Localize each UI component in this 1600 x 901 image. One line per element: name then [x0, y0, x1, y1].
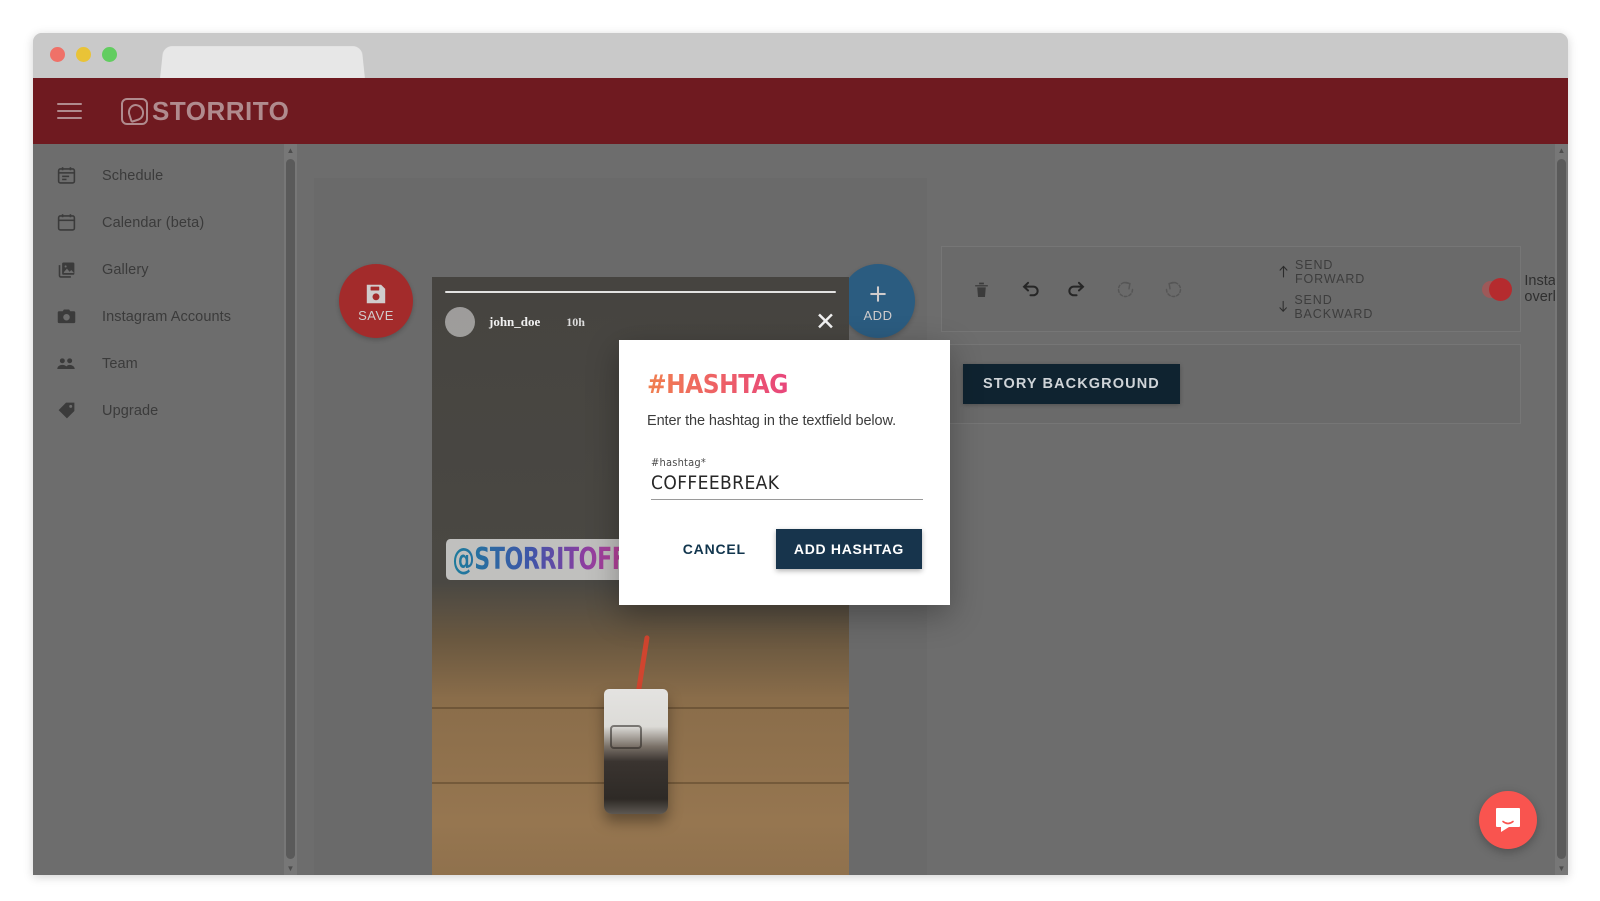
- maximize-window-button[interactable]: [102, 47, 117, 62]
- hashtag-input[interactable]: [651, 472, 923, 494]
- app-viewport: STORRITO Schedule Calendar (beta) Galler…: [33, 78, 1568, 875]
- brand-logo[interactable]: STORRITO: [121, 96, 289, 127]
- browser-titlebar: [33, 33, 1568, 79]
- browser-window: STORRITO Schedule Calendar (beta) Galler…: [33, 33, 1568, 875]
- brand-name: STORRITO: [152, 95, 290, 126]
- page-root: STORRITO Schedule Calendar (beta) Galler…: [0, 0, 1600, 901]
- intercom-launcher-button[interactable]: [1479, 791, 1537, 849]
- close-window-button[interactable]: [50, 47, 65, 62]
- chat-bubble-icon: [1496, 808, 1520, 832]
- window-controls: [50, 47, 117, 62]
- dialog-subtitle: Enter the hashtag in the textfield below…: [647, 413, 897, 429]
- hashtag-field-label: #hashtag*: [651, 456, 707, 469]
- hamburger-icon[interactable]: [57, 96, 87, 126]
- dialog-actions: CANCEL ADD HASHTAG: [669, 529, 922, 569]
- minimize-window-button[interactable]: [76, 47, 91, 62]
- cancel-button[interactable]: CANCEL: [669, 531, 760, 567]
- hashtag-dialog: #HASHTAG Enter the hashtag in the textfi…: [619, 340, 950, 605]
- hashtag-field: #hashtag*: [651, 456, 923, 500]
- dialog-title: #HASHTAG: [647, 370, 788, 400]
- app-header: STORRITO: [33, 78, 1568, 144]
- add-hashtag-button[interactable]: ADD HASHTAG: [775, 529, 922, 569]
- browser-tab[interactable]: [160, 46, 365, 79]
- storrito-logo-icon: [121, 97, 148, 125]
